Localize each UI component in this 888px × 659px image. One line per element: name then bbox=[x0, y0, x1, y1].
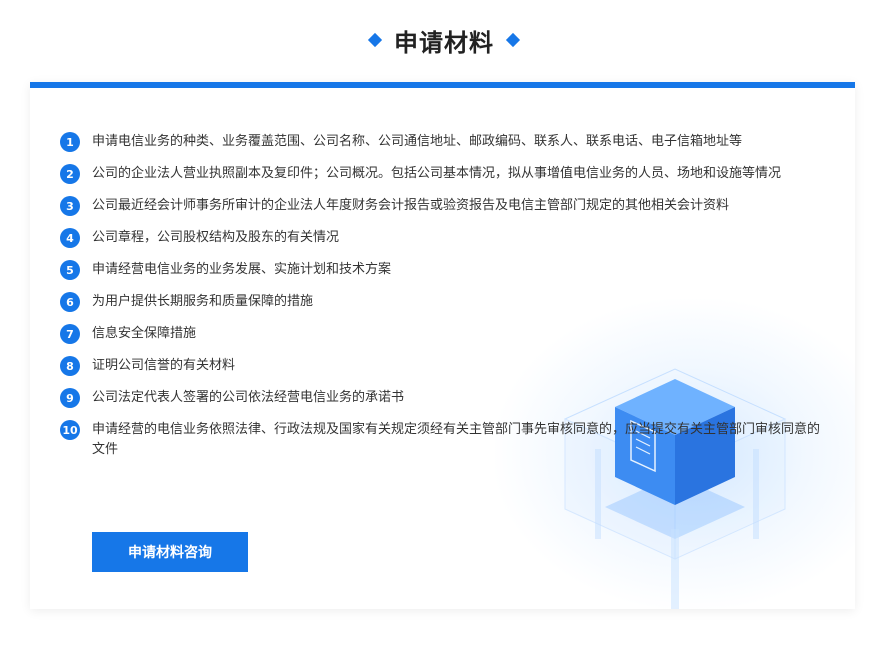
materials-list: 1 申请电信业务的种类、业务覆盖范围、公司名称、公司通信地址、邮政编码、联系人、… bbox=[60, 132, 830, 472]
item-text: 证明公司信誉的有关材料 bbox=[92, 358, 236, 373]
diamond-left-icon bbox=[367, 32, 383, 48]
diamond-right-icon bbox=[505, 32, 521, 48]
section-header: 申请材料 bbox=[0, 0, 888, 80]
item-number: 3 bbox=[60, 196, 80, 216]
list-item: 10 申请经营的电信业务依照法律、行政法规及国家有关规定须经有关主管部门事先审核… bbox=[60, 420, 830, 460]
item-number: 5 bbox=[60, 260, 80, 280]
item-text: 公司章程，公司股权结构及股东的有关情况 bbox=[92, 230, 340, 245]
list-item: 7 信息安全保障措施 bbox=[60, 324, 830, 344]
item-text: 公司法定代表人签署的公司依法经营电信业务的承诺书 bbox=[92, 390, 405, 405]
item-number: 9 bbox=[60, 388, 80, 408]
item-number: 10 bbox=[60, 420, 80, 440]
consult-button[interactable]: 申请材料咨询 bbox=[92, 532, 248, 572]
item-text: 申请电信业务的种类、业务覆盖范围、公司名称、公司通信地址、邮政编码、联系人、联系… bbox=[92, 134, 743, 149]
item-text: 申请经营的电信业务依照法律、行政法规及国家有关规定须经有关主管部门事先审核同意的… bbox=[92, 422, 821, 457]
item-number: 7 bbox=[60, 324, 80, 344]
item-number: 2 bbox=[60, 164, 80, 184]
list-item: 1 申请电信业务的种类、业务覆盖范围、公司名称、公司通信地址、邮政编码、联系人、… bbox=[60, 132, 830, 152]
list-item: 9 公司法定代表人签署的公司依法经营电信业务的承诺书 bbox=[60, 388, 830, 408]
item-text: 公司最近经会计师事务所审计的企业法人年度财务会计报告或验资报告及电信主管部门规定… bbox=[92, 198, 730, 213]
list-item: 4 公司章程，公司股权结构及股东的有关情况 bbox=[60, 228, 830, 248]
materials-card: 1 申请电信业务的种类、业务覆盖范围、公司名称、公司通信地址、邮政编码、联系人、… bbox=[30, 82, 855, 609]
list-item: 3 公司最近经会计师事务所审计的企业法人年度财务会计报告或验资报告及电信主管部门… bbox=[60, 196, 830, 216]
list-item: 8 证明公司信誉的有关材料 bbox=[60, 356, 830, 376]
item-number: 4 bbox=[60, 228, 80, 248]
list-item: 5 申请经营电信业务的业务发展、实施计划和技术方案 bbox=[60, 260, 830, 280]
item-text: 公司的企业法人营业执照副本及复印件；公司概况。包括公司基本情况，拟从事增值电信业… bbox=[92, 166, 782, 181]
item-text: 申请经营电信业务的业务发展、实施计划和技术方案 bbox=[92, 262, 392, 277]
item-number: 6 bbox=[60, 292, 80, 312]
list-item: 2 公司的企业法人营业执照副本及复印件；公司概况。包括公司基本情况，拟从事增值电… bbox=[60, 164, 830, 184]
item-text: 信息安全保障措施 bbox=[92, 326, 197, 341]
page-title: 申请材料 bbox=[394, 28, 494, 57]
item-number: 1 bbox=[60, 132, 80, 152]
item-text: 为用户提供长期服务和质量保障的措施 bbox=[92, 294, 314, 309]
list-item: 6 为用户提供长期服务和质量保障的措施 bbox=[60, 292, 830, 312]
item-number: 8 bbox=[60, 356, 80, 376]
